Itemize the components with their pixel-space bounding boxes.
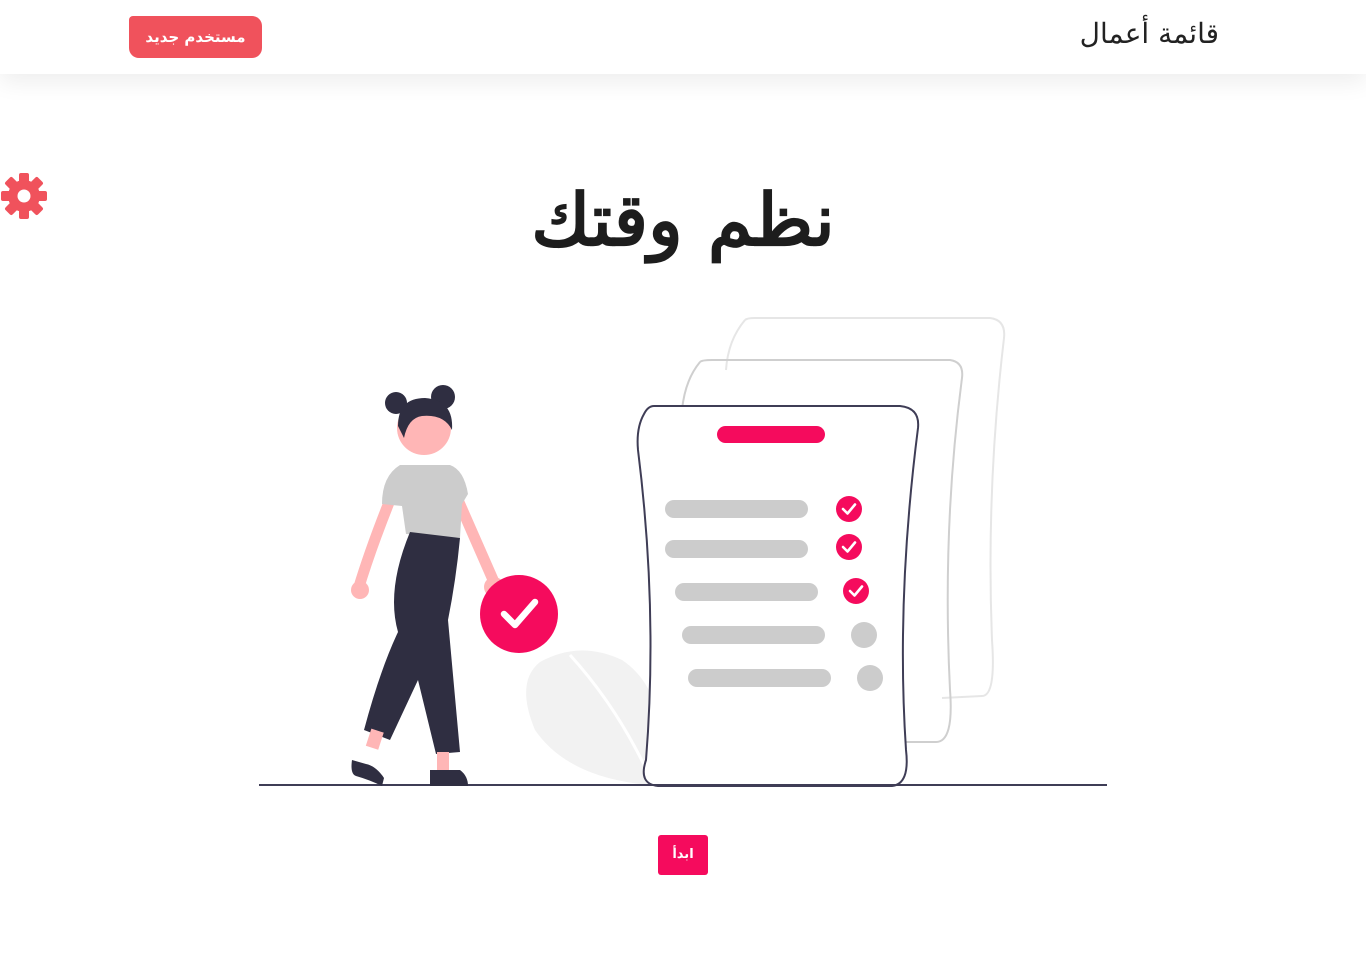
woman-figure	[351, 385, 504, 786]
checklist-line	[665, 500, 808, 518]
shoe	[430, 770, 468, 786]
paper-header-bar	[717, 426, 825, 443]
check-circle	[836, 496, 862, 522]
checklist-line	[675, 583, 818, 601]
leaf	[526, 650, 661, 785]
brand-title[interactable]: قائمة أعمال	[1080, 14, 1219, 54]
arm-left	[352, 494, 396, 596]
pants	[364, 532, 460, 754]
big-check-circle	[480, 575, 558, 653]
paper-back-top	[725, 319, 746, 371]
paper-middle-top	[681, 361, 701, 411]
ankle	[437, 752, 449, 770]
check-circle	[836, 534, 862, 560]
hero-title: نظم وقتك	[531, 177, 835, 262]
start-button[interactable]: ابدأ	[658, 835, 708, 875]
check-circle	[843, 578, 869, 604]
todo-illustration	[259, 317, 1107, 787]
check-circle-empty	[857, 665, 883, 691]
checklist-line	[665, 540, 808, 558]
new-user-button[interactable]: مستخدم جديد	[129, 16, 262, 58]
ankle	[365, 728, 384, 750]
navbar: قائمة أعمال مستخدم جديد	[0, 0, 1366, 74]
checklist-line	[682, 626, 825, 644]
shoe	[351, 760, 384, 786]
checklist-line	[688, 669, 831, 687]
arm-right	[452, 494, 500, 588]
hand-left	[351, 581, 369, 599]
shirt	[382, 465, 468, 538]
check-circle-empty	[851, 622, 877, 648]
